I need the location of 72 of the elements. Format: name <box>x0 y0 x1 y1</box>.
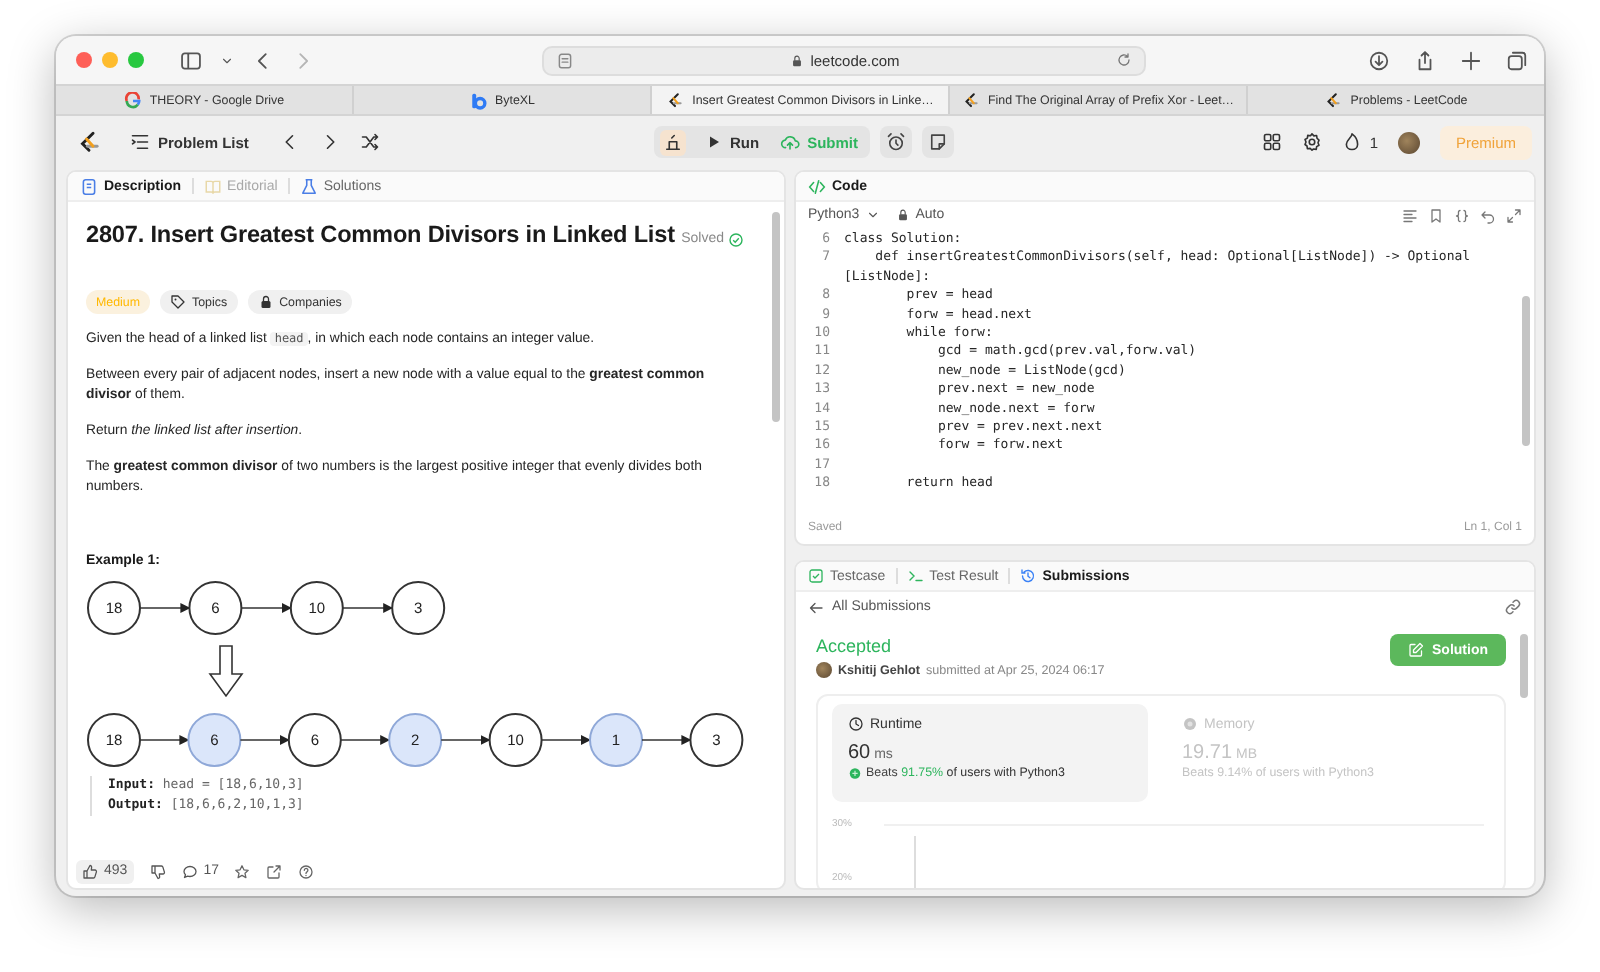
grid-icon[interactable] <box>1261 132 1282 152</box>
logo-icon <box>469 91 488 109</box>
thumbs-down-icon <box>149 863 166 879</box>
star-icon[interactable] <box>234 863 251 879</box>
back-arrow-icon <box>808 599 824 615</box>
document-icon <box>80 177 98 195</box>
undo-icon[interactable] <box>1480 207 1496 223</box>
scrollbar[interactable] <box>772 212 780 422</box>
chevron-down-icon[interactable] <box>220 53 234 67</box>
notes-button[interactable] <box>922 126 954 158</box>
logo-icon[interactable] <box>76 129 102 155</box>
bookmark-icon[interactable] <box>1428 207 1444 223</box>
edit-icon <box>1408 642 1424 658</box>
down-arrow-icon <box>208 645 244 698</box>
page-icon <box>556 51 574 69</box>
arrow <box>139 603 191 613</box>
share-icon[interactable] <box>266 863 283 879</box>
arrow <box>340 735 391 745</box>
problem-title: 2807. Insert Greatest Common Divisors in Linked List <box>86 220 675 248</box>
arrow <box>240 603 292 613</box>
ring-icon <box>123 91 142 109</box>
check-circle-icon <box>728 231 744 247</box>
lock-icon <box>790 53 805 67</box>
download-icon[interactable] <box>1368 49 1390 71</box>
avatar[interactable] <box>1397 131 1420 153</box>
scrollbar[interactable] <box>1522 296 1530 446</box>
clock-icon <box>848 716 864 732</box>
history-icon <box>1020 568 1037 584</box>
settings-icon[interactable] <box>1301 132 1322 152</box>
link-icon[interactable] <box>1504 598 1522 616</box>
arrow <box>540 735 591 745</box>
braces-icon[interactable] <box>1454 207 1470 223</box>
tag-icon <box>170 294 187 310</box>
arrow <box>139 735 190 745</box>
terminal-icon <box>907 568 924 584</box>
shuffle-icon[interactable] <box>360 132 381 152</box>
verdict-text: Accepted <box>816 636 894 656</box>
dislike-button[interactable] <box>149 863 166 879</box>
flask-icon <box>299 177 318 195</box>
logo-icon <box>1324 91 1343 109</box>
arrow <box>342 603 394 613</box>
timer-button[interactable] <box>880 126 912 158</box>
comment-icon <box>181 863 198 879</box>
play-icon <box>705 134 722 150</box>
new-tab-icon[interactable] <box>1460 49 1482 71</box>
checkbox-icon <box>808 568 824 584</box>
share-icon[interactable] <box>1414 49 1436 71</box>
help-icon[interactable] <box>298 863 315 879</box>
sidebar-icon[interactable] <box>180 49 202 71</box>
badge-icon <box>848 766 862 780</box>
arrow <box>440 735 491 745</box>
list-icon <box>130 132 150 152</box>
close-button[interactable] <box>76 52 92 68</box>
avatar <box>816 662 832 678</box>
arrow <box>239 735 290 745</box>
scrollbar[interactable] <box>1520 634 1528 698</box>
code-icon <box>808 177 826 195</box>
note-icon <box>928 132 948 152</box>
book-icon <box>203 177 222 195</box>
logo-icon <box>666 91 685 109</box>
lock-icon <box>895 208 910 222</box>
cloud-upload-icon <box>779 132 800 152</box>
reload-icon[interactable] <box>1116 52 1132 68</box>
thumbs-up-icon <box>82 863 98 879</box>
logo-icon <box>962 91 980 109</box>
tab-overview-icon[interactable] <box>1506 49 1528 71</box>
expand-icon[interactable] <box>1506 207 1522 223</box>
lock-icon <box>257 294 274 310</box>
arrow <box>641 735 692 745</box>
chevron-down-icon <box>865 208 880 222</box>
format-icon[interactable] <box>1402 207 1418 223</box>
alarm-clock-icon <box>886 132 906 152</box>
